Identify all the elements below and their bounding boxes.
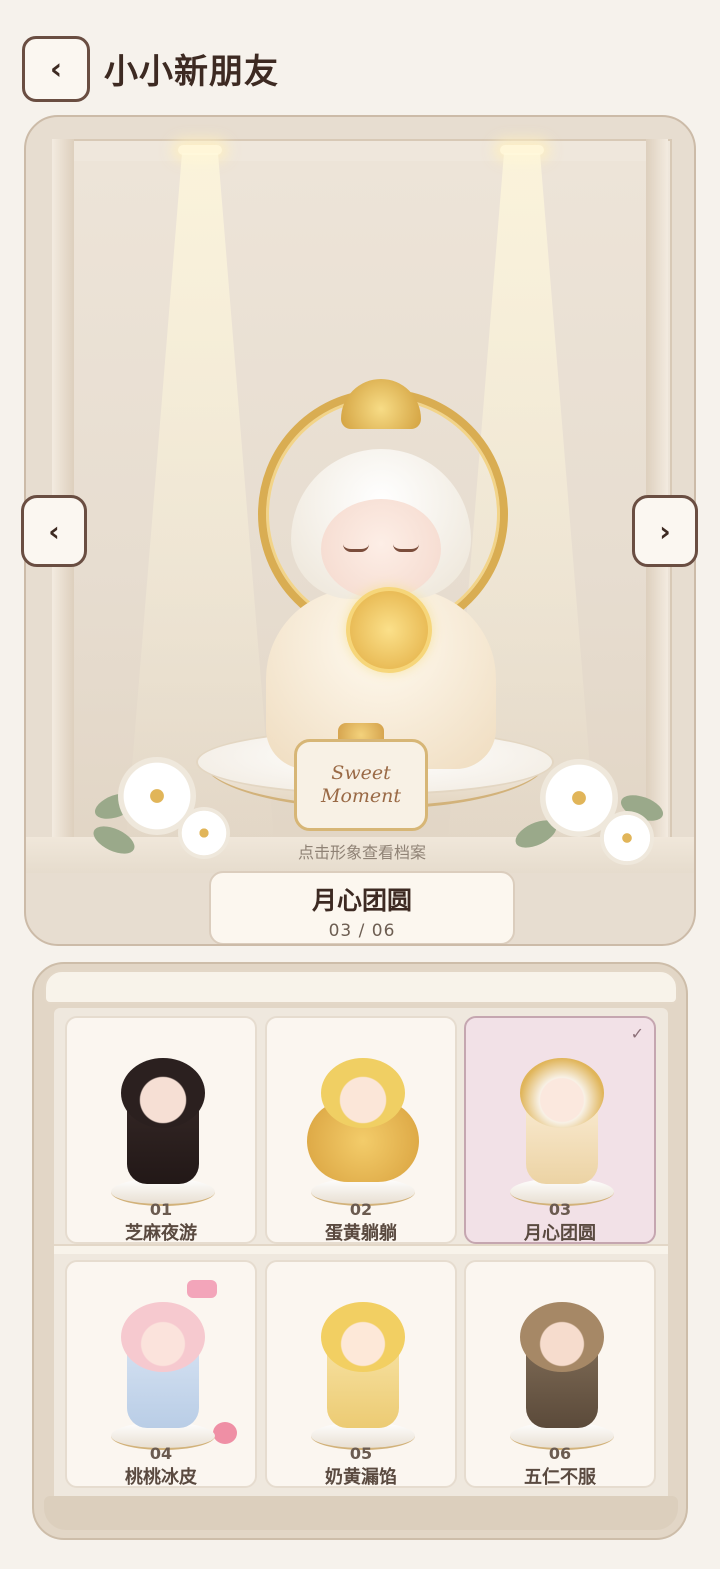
previous-figure-button[interactable]: ‹ — [21, 495, 87, 567]
figure-card-05[interactable]: 05 奶黄漏馅 — [265, 1260, 457, 1488]
display-cabinet: Sweet Moment 点击形象查看档案 月心团圆 03 / 06 — [24, 115, 696, 946]
figure-number: 06 — [548, 1444, 572, 1463]
figure-name: 月心团圆 — [524, 1223, 596, 1244]
view-profile-hint: 点击形象查看档案 — [297, 843, 426, 862]
plaque-text-line2: Moment — [320, 785, 402, 807]
plaque-text-line1: Sweet — [331, 762, 391, 784]
figure-card-06[interactable]: 06 五仁不服 — [464, 1260, 656, 1488]
collection-shelf-divider — [54, 1244, 668, 1254]
selected-check-icon: ✓ — [630, 1024, 644, 1043]
figure-eye-right — [393, 544, 419, 552]
figure-thumbnail-head — [520, 1058, 604, 1128]
current-figure-index: 03 / 06 — [328, 921, 396, 941]
back-button[interactable]: ‹ — [22, 36, 90, 102]
figure-card-02[interactable]: 02 蛋黄躺躺 — [265, 1016, 457, 1244]
sweet-moment-plaque: Sweet Moment — [294, 739, 428, 831]
figure-face — [321, 499, 441, 599]
page-title: 小小新朋友 — [104, 52, 279, 92]
figure-eye-left — [343, 544, 369, 552]
figure-card-03[interactable]: ✓ 03 月心团圆 — [464, 1016, 656, 1244]
pink-bow-icon — [187, 1280, 217, 1298]
figure-name: 五仁不服 — [524, 1467, 596, 1488]
figure-card-04[interactable]: 04 桃桃冰皮 — [65, 1260, 257, 1488]
heart-icon — [213, 1422, 237, 1444]
figure-number: 04 — [149, 1444, 173, 1463]
current-figure-name: 月心团圆 — [311, 886, 412, 915]
figure-name: 蛋黄躺躺 — [325, 1223, 397, 1244]
figure-name: 桃桃冰皮 — [125, 1467, 197, 1488]
figure-number: 02 — [349, 1200, 373, 1219]
figure-thumbnail-head — [520, 1302, 604, 1372]
figure-number: 05 — [349, 1444, 373, 1463]
figure-mooncake — [346, 587, 432, 673]
figure-number: 01 — [149, 1200, 173, 1219]
featured-figure-image[interactable] — [236, 379, 526, 769]
collection-panel-top — [44, 970, 678, 1004]
figure-thumbnail-head — [121, 1058, 205, 1128]
collection-panel-bottom — [44, 1496, 678, 1530]
figure-thumbnail-head — [121, 1302, 205, 1372]
current-figure-card: 月心团圆 03 / 06 — [209, 871, 515, 944]
figure-thumbnail-head — [321, 1058, 405, 1128]
figure-thumbnail-head — [321, 1302, 405, 1372]
figure-collection-panel: 01 芝麻夜游 02 蛋黄躺躺 ✓ 03 月心团圆 04 桃桃冰皮 05 奶黄漏… — [32, 962, 688, 1540]
figure-number: 03 — [548, 1200, 572, 1219]
figure-name: 芝麻夜游 — [125, 1223, 197, 1244]
figure-name: 奶黄漏馅 — [325, 1467, 397, 1488]
next-figure-button[interactable]: › — [632, 495, 698, 567]
figure-crown — [341, 379, 421, 429]
figure-card-01[interactable]: 01 芝麻夜游 — [65, 1016, 257, 1244]
